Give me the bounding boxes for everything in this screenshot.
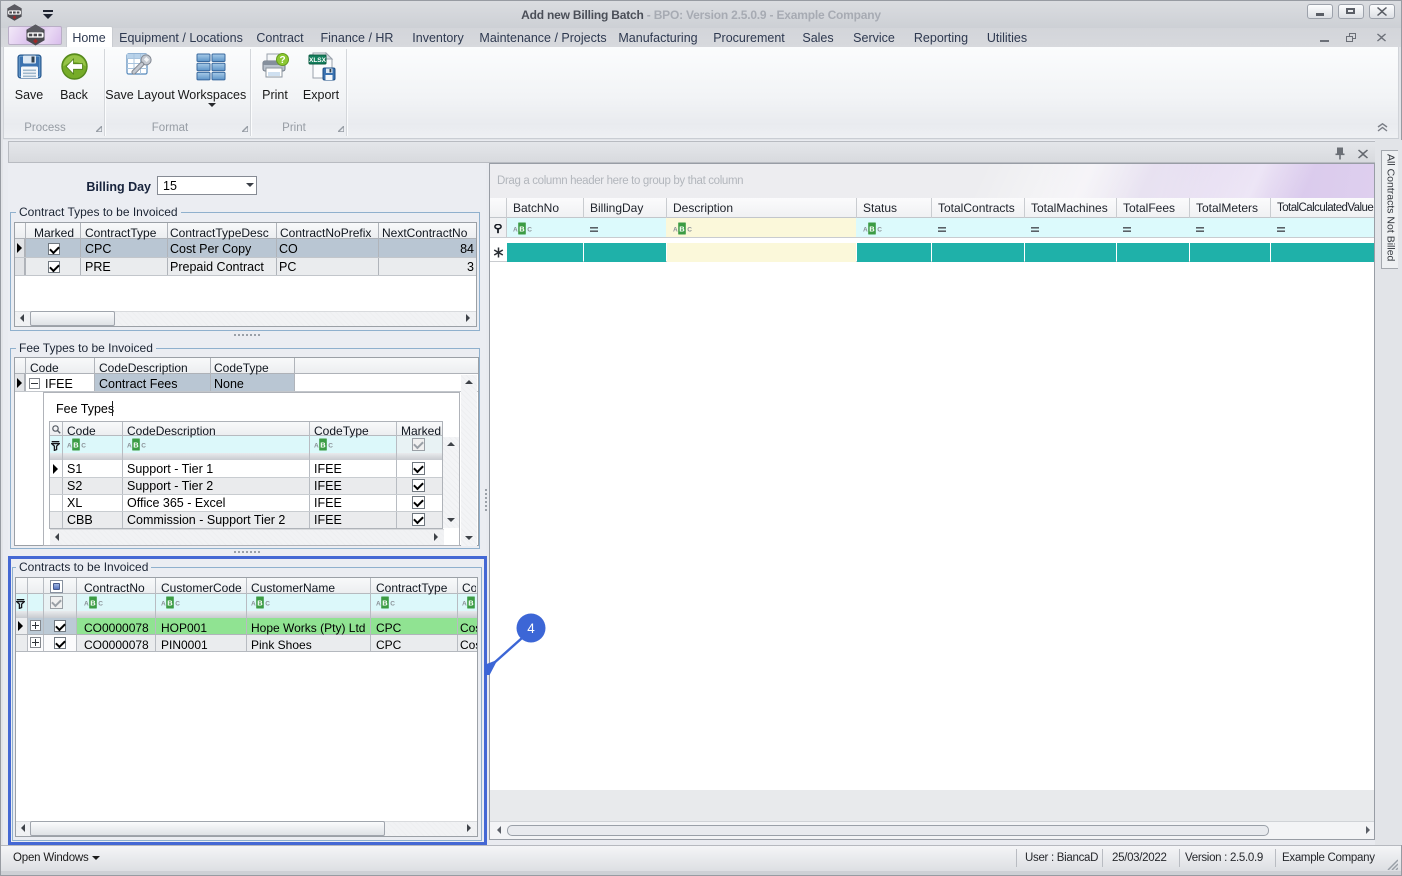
svg-text:A: A [314,443,319,450]
svg-text:B: B [679,225,685,234]
svg-text:B: B [167,599,173,608]
svg-text:B: B [468,599,474,608]
svg-text:C: C [687,227,692,234]
svg-text:B: B [320,441,326,450]
svg-text:C: C [265,601,270,608]
svg-text:B: B [869,225,875,234]
svg-text:B: B [90,599,96,608]
svg-text:C: C [141,443,146,450]
svg-text:XLSX: XLSX [309,57,327,64]
svg-text:A: A [513,227,518,234]
svg-text:B: B [519,225,525,234]
svg-text:B: B [257,599,263,608]
svg-text:A: A [462,601,467,608]
svg-text:C: C [81,443,86,450]
svg-text:A: A [376,601,381,608]
svg-text:B: B [73,441,79,450]
svg-text:?: ? [279,55,285,66]
svg-text:B: B [382,599,388,608]
svg-text:C: C [390,601,395,608]
svg-text:A: A [673,227,678,234]
svg-text:A: A [863,227,868,234]
svg-text:A: A [161,601,166,608]
svg-text:A: A [84,601,89,608]
svg-text:4: 4 [527,621,535,636]
svg-text:C: C [98,601,103,608]
svg-text:A: A [127,443,132,450]
svg-text:C: C [175,601,180,608]
svg-text:A: A [251,601,256,608]
svg-text:A: A [67,443,72,450]
svg-text:C: C [877,227,882,234]
svg-text:C: C [527,227,532,234]
svg-text:C: C [328,443,333,450]
svg-text:B: B [133,441,139,450]
